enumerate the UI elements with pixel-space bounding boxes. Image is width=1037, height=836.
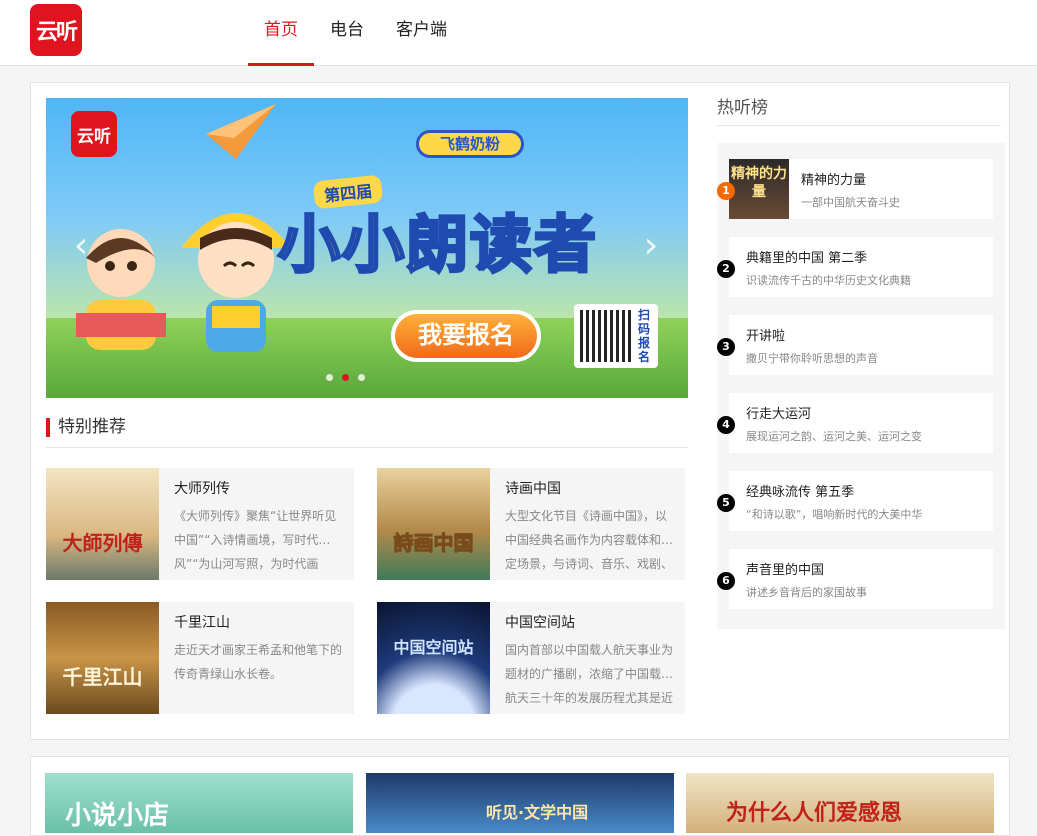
rank-number: 3 bbox=[717, 338, 735, 356]
rank-title: 热听榜 bbox=[717, 93, 1001, 126]
rank-number-hot: 1 bbox=[717, 182, 735, 200]
card-cover: 千里江山 bbox=[46, 602, 159, 714]
qr-code: 扫码报名 bbox=[574, 304, 658, 368]
qr-label: 扫码报名 bbox=[638, 308, 651, 364]
card-title: 大师列传 bbox=[174, 481, 230, 497]
special-card[interactable]: 大師列傳 大师列传 《大师列传》聚焦“让世界听见中国”“入诗情画境，写时代…风”… bbox=[46, 468, 354, 580]
rank-item-name: 精神的力量 bbox=[801, 173, 867, 188]
special-card[interactable]: 千里江山 千里江山 走近天才画家王希孟和他笔下的传奇青绿山水长卷。 bbox=[46, 602, 354, 714]
hero-banner[interactable]: 云听 飞鹤奶粉 第四届 小小朗读者 我要报名 扫码报名 ‹ › bbox=[46, 98, 688, 398]
card-cover: 大師列傳 bbox=[46, 468, 159, 580]
rank-thumb: 精神的力量 bbox=[729, 159, 789, 219]
card-cover: 中国空间站 bbox=[377, 602, 490, 714]
bottom-tile[interactable]: 为什么人们爱感恩 bbox=[686, 773, 994, 833]
card-title: 中国空间站 bbox=[505, 615, 575, 631]
card-cover: 詩画中国 bbox=[377, 468, 490, 580]
cover-title: 中国空间站 bbox=[393, 638, 474, 657]
card-desc: 走近天才画家王希孟和他笔下的传奇青绿山水长卷。 bbox=[174, 643, 343, 681]
special-card[interactable]: 詩画中国 诗画中国 大型文化节目《诗画中国》，以中国经典名画作为内容载体和…定场… bbox=[377, 468, 685, 580]
cover-title: 詩画中国 bbox=[393, 531, 474, 556]
main-nav: 首页 电台 客户端 bbox=[248, 0, 463, 66]
nav-home[interactable]: 首页 bbox=[248, 0, 314, 66]
card-desc: 大型文化节目《诗画中国》，以中国经典名画作为内容载体和…定场景，与诗词、音乐、戏… bbox=[505, 509, 674, 571]
rank-list: 精神的力量 1 精神的力量 一部中国航天奋斗史 2 典籍里的中国 第二季 识读流… bbox=[717, 143, 1005, 629]
banner-brand: 飞鹤奶粉 bbox=[416, 130, 524, 158]
rank-item[interactable]: 3 开讲啦 撒贝宁带你聆听思想的声音 bbox=[717, 315, 993, 375]
top-header: 云听 首页 电台 客户端 bbox=[0, 0, 1037, 66]
bottom-tile[interactable]: 小说小店 bbox=[45, 773, 353, 833]
app-logo[interactable]: 云听 bbox=[30, 4, 82, 56]
card-title: 诗画中国 bbox=[505, 481, 561, 497]
card-desc: 《大师列传》聚焦“让世界听见中国”“入诗情画境，写时代…风”“为山河写照，为时代… bbox=[174, 509, 337, 571]
cover-title: 大師列傳 bbox=[62, 531, 143, 555]
carousel-dot[interactable] bbox=[326, 374, 333, 381]
rank-item[interactable]: 5 经典咏流传 第五季 “和诗以歌”，唱响新时代的大美中华 bbox=[717, 471, 993, 531]
rank-number: 2 bbox=[717, 260, 735, 278]
rank-item-sub: 撒贝宁带你聆听思想的声音 bbox=[746, 352, 878, 365]
rank-item[interactable]: 4 行走大运河 展现运河之韵、运河之美、运河之变 bbox=[717, 393, 993, 453]
card-title: 千里江山 bbox=[174, 615, 230, 631]
banner-logo: 云听 bbox=[71, 111, 117, 157]
bottom-tile-title: 小说小店 bbox=[65, 801, 170, 831]
rank-number: 4 bbox=[717, 416, 735, 434]
paper-plane-icon bbox=[206, 104, 276, 159]
rank-item-sub: 一部中国航天奋斗史 bbox=[801, 196, 900, 209]
bottom-tile[interactable]: 听见·文学中国 bbox=[366, 773, 674, 833]
rank-item-sub: “和诗以歌”，唱响新时代的大美中华 bbox=[746, 508, 923, 521]
carousel-dots bbox=[326, 374, 365, 381]
rank-item-name: 经典咏流传 第五季 bbox=[746, 485, 855, 500]
nav-client[interactable]: 客户端 bbox=[380, 0, 463, 66]
qr-code-icon bbox=[580, 310, 632, 362]
nav-radio[interactable]: 电台 bbox=[314, 0, 380, 66]
rank-number: 6 bbox=[717, 572, 735, 590]
special-card[interactable]: 中国空间站 中国空间站 国内首部以中国载人航天事业为题材的广播剧，浓缩了中国载…… bbox=[377, 602, 685, 714]
rank-item-name: 典籍里的中国 第二季 bbox=[746, 251, 868, 266]
rank-item-name: 声音里的中国 bbox=[746, 563, 825, 578]
special-section-title: 特别推荐 bbox=[46, 416, 688, 448]
rank-item-sub: 讲述乡音背后的家国故事 bbox=[746, 586, 867, 599]
rank-item-sub: 展现运河之韵、运河之美、运河之变 bbox=[746, 430, 922, 443]
rank-item-name: 行走大运河 bbox=[746, 407, 812, 422]
bottom-tile-title: 听见·文学中国 bbox=[486, 803, 589, 822]
rank-item-sub: 识读流传千古的中华历史文化典籍 bbox=[746, 274, 911, 287]
bottom-panel: 小说小店 听见·文学中国 为什么人们爱感恩 bbox=[30, 756, 1010, 836]
rank-item-name: 开讲啦 bbox=[746, 329, 786, 344]
signup-button[interactable]: 我要报名 bbox=[391, 310, 541, 362]
bottom-tile-title: 为什么人们爱感恩 bbox=[726, 801, 903, 826]
rank-item[interactable]: 精神的力量 1 精神的力量 一部中国航天奋斗史 bbox=[717, 159, 993, 219]
card-desc: 国内首部以中国载人航天事业为题材的广播剧，浓缩了中国载…航天三十年的发展历程尤其… bbox=[505, 643, 674, 705]
rank-item[interactable]: 2 典籍里的中国 第二季 识读流传千古的中华历史文化典籍 bbox=[717, 237, 993, 297]
cover-title: 千里江山 bbox=[62, 665, 143, 689]
rank-item[interactable]: 6 声音里的中国 讲述乡音背后的家国故事 bbox=[717, 549, 993, 609]
chevron-left-icon[interactable]: ‹ bbox=[70, 228, 92, 264]
banner-headline: 小小朗读者 bbox=[276, 207, 599, 283]
chevron-right-icon[interactable]: › bbox=[640, 228, 662, 264]
main-panel: 云听 飞鹤奶粉 第四届 小小朗读者 我要报名 扫码报名 ‹ › 特别推荐 大師列… bbox=[30, 82, 1010, 740]
rank-number: 5 bbox=[717, 494, 735, 512]
carousel-dot[interactable] bbox=[358, 374, 365, 381]
carousel-dot-active[interactable] bbox=[342, 374, 349, 381]
